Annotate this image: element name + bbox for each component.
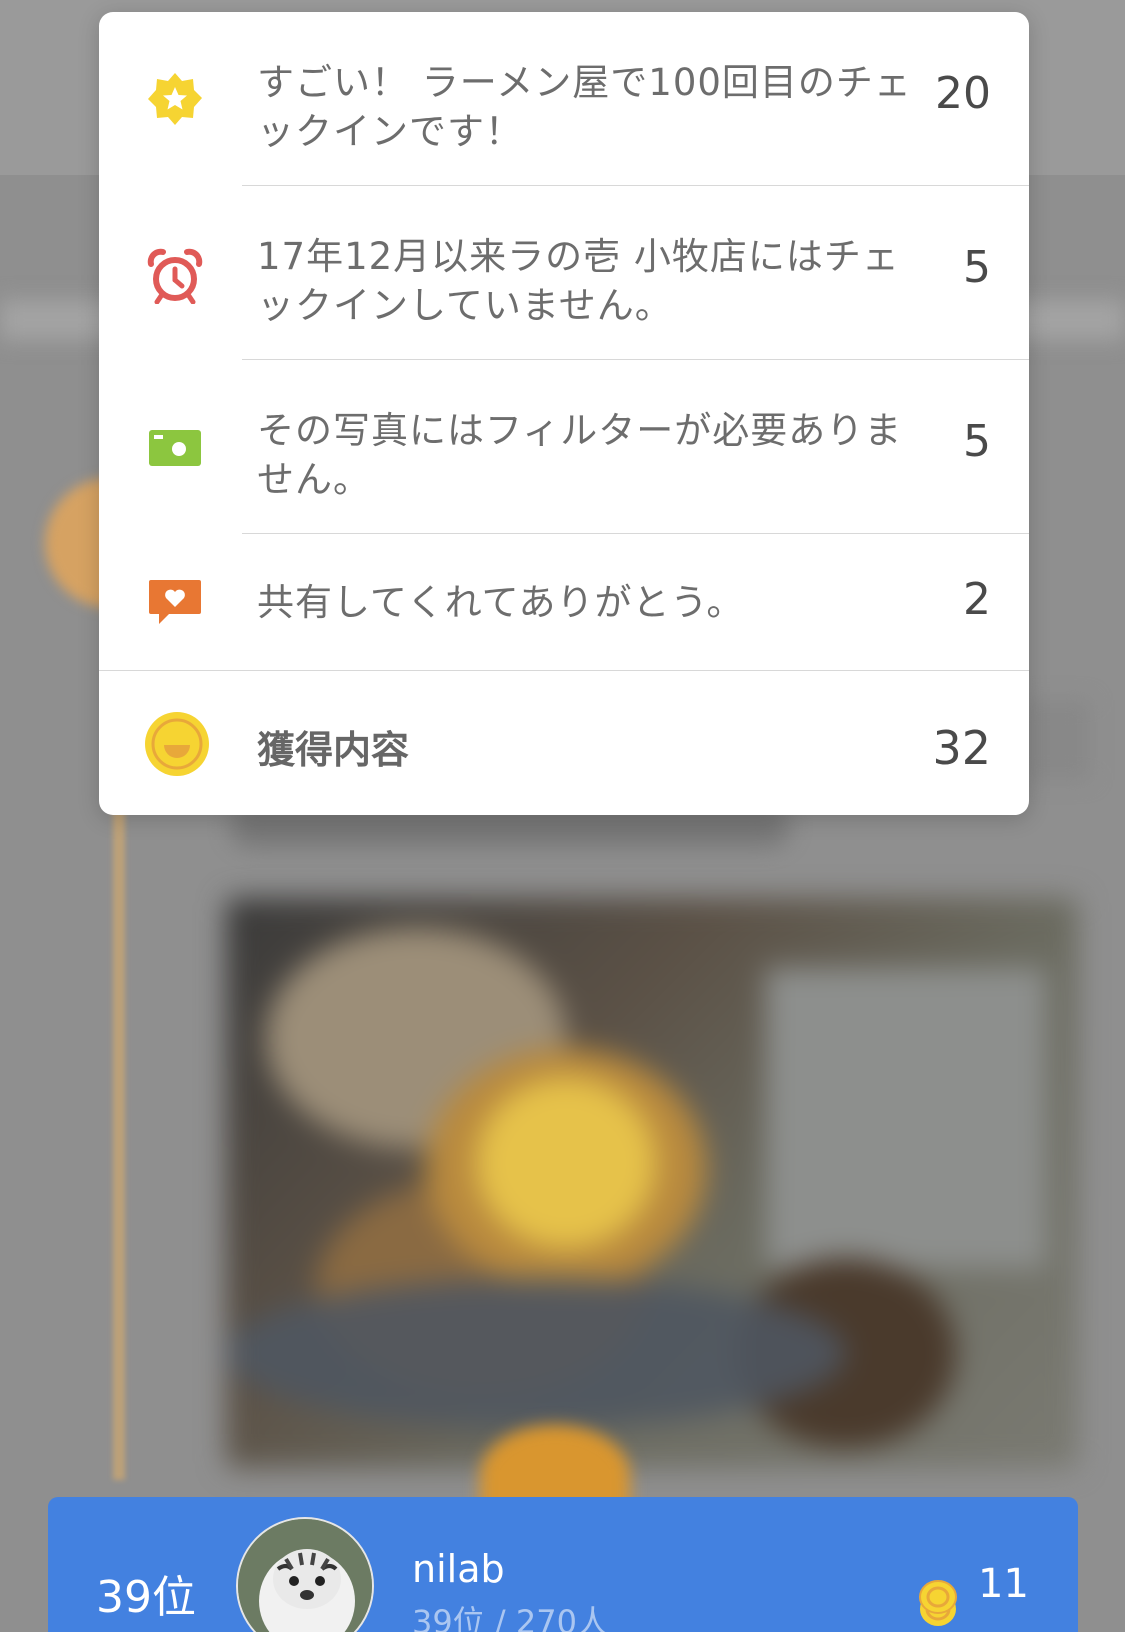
reward-text: 共有してくれてありがとう。: [257, 581, 745, 624]
reward-points: 2: [963, 574, 991, 625]
ranking-bar[interactable]: 39位 nilab 39位 / 270人 11: [48, 1497, 1078, 1632]
reward-text: すごい！ ラーメン屋で100回目のチェックインです！: [257, 61, 912, 153]
user-name: nilab: [412, 1547, 505, 1591]
rank-position: 39位: [96, 1572, 196, 1623]
background-text-right: [1020, 700, 1090, 780]
coin-stack-icon: [918, 1579, 958, 1627]
total-points: 32: [932, 721, 991, 775]
heart-chat-icon: [147, 574, 203, 630]
reward-row: すごい！ ラーメン屋で100回目のチェックインです！ 20: [99, 12, 1029, 186]
reward-text: 17年12月以来ラの壱 小牧店にはチェックインしていません。: [257, 235, 900, 327]
alarm-clock-icon: [147, 248, 203, 304]
rank-subtitle: 39位 / 270人: [412, 1603, 609, 1632]
avatar[interactable]: [236, 1517, 374, 1632]
total-row: 獲得内容 32: [99, 670, 1029, 815]
reward-row: 17年12月以来ラの壱 小牧店にはチェックインしていません。 5: [99, 186, 1029, 360]
reward-points: 5: [963, 416, 991, 467]
star-badge-icon: [147, 71, 203, 127]
reward-text: その写真にはフィルターが必要ありません。: [257, 409, 903, 501]
total-label: 獲得内容: [257, 728, 410, 772]
reward-row: その写真にはフィルターが必要ありません。 5: [99, 360, 1029, 534]
coin-count: 11: [978, 1561, 1029, 1607]
reward-points: 20: [935, 68, 991, 119]
background-food-photo: [226, 898, 1078, 1468]
coin-icon: [144, 711, 210, 777]
reward-row: 共有してくれてありがとう。 2: [99, 534, 1029, 670]
rewards-popup[interactable]: すごい！ ラーメン屋で100回目のチェックインです！ 20 17年12月以来ラの…: [99, 12, 1029, 815]
camera-icon: [147, 418, 203, 474]
background-timeline-line: [113, 800, 125, 1480]
reward-points: 5: [963, 242, 991, 293]
